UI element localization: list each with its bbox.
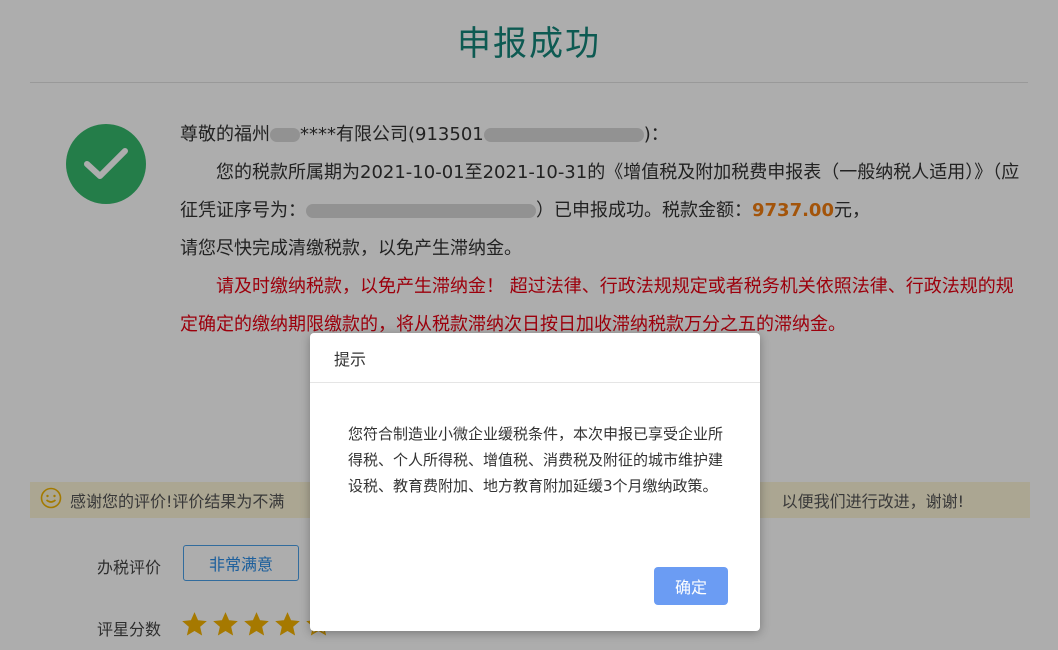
dialog-title: 提示	[310, 333, 760, 383]
tip-dialog: 提示 您符合制造业小微企业缓税条件，本次申报已享受企业所得税、个人所得税、增值税…	[310, 333, 760, 631]
dialog-message: 您符合制造业小微企业缓税条件，本次申报已享受企业所得税、个人所得税、增值税、消费…	[348, 425, 724, 495]
confirm-button[interactable]: 确定	[654, 567, 728, 605]
